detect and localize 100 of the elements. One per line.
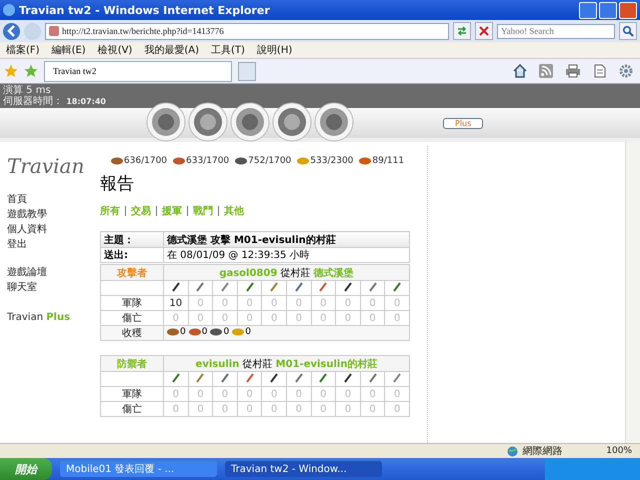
- render-time: 演算 5 ms: [3, 85, 52, 96]
- resource-icon: [359, 157, 372, 165]
- search-button[interactable]: [619, 22, 637, 40]
- subject-label: 主題：: [100, 232, 164, 248]
- resource-amount: 533/2300: [310, 156, 354, 166]
- troop-count: 0: [360, 296, 385, 310]
- zoom-level[interactable]: 100%: [606, 446, 632, 456]
- address-field[interactable]: http://t2.travian.tw/berichte.php?id=1413776: [45, 22, 449, 40]
- unit-icon: [392, 372, 402, 382]
- browser-icon: [3, 4, 15, 16]
- sidebar-link[interactable]: 首頁: [7, 192, 95, 206]
- stop-button[interactable]: [475, 22, 493, 40]
- refresh-button[interactable]: [453, 22, 471, 40]
- unit-icon: [170, 282, 181, 292]
- gear-icon[interactable]: [619, 64, 633, 78]
- menu-item[interactable]: 檢視(V): [98, 43, 132, 57]
- subject-text: 德式溪堡 攻擊 M01-evisulin的村莊: [164, 232, 410, 248]
- menu-item[interactable]: 編輯(E): [52, 43, 86, 57]
- troop-count: 0: [384, 386, 410, 402]
- troop-count: 0: [311, 402, 336, 416]
- close-button[interactable]: [619, 2, 637, 18]
- taskbar-window-button[interactable]: Mobile01 發表回覆 - ...: [60, 461, 217, 477]
- unit-icon: [244, 282, 255, 292]
- troop-count: 0: [384, 402, 410, 416]
- troop-count: 0: [262, 296, 286, 310]
- scrollbar[interactable]: [625, 142, 640, 443]
- menu-item[interactable]: 工具(T): [211, 43, 245, 57]
- sidebar-link[interactable]: 聊天室: [7, 280, 95, 294]
- globe-icon: [507, 446, 518, 456]
- travian-logo[interactable]: Travian: [7, 154, 95, 178]
- page-icon[interactable]: [593, 64, 607, 78]
- role-label: 攻擊者: [100, 264, 164, 280]
- bounty-amount: 0: [180, 327, 186, 337]
- unit-icon: [195, 282, 206, 292]
- troop-count: 0: [188, 296, 213, 310]
- sidebar-link[interactable]: 登出: [7, 237, 95, 251]
- round-menu-icon[interactable]: [314, 102, 354, 142]
- unit-icon: [269, 282, 280, 292]
- resource-icon: [188, 328, 201, 336]
- unit-icon: [294, 282, 304, 292]
- search-field[interactable]: Yahoo! Search: [497, 24, 615, 38]
- search-icon: [622, 25, 634, 37]
- close-icon: [478, 25, 490, 37]
- window-title: Travian tw2 - Windows Internet Explorer: [19, 4, 271, 16]
- sidebar-link[interactable]: 遊戲教學: [7, 207, 95, 221]
- resource-icon: [173, 157, 186, 165]
- printer-icon[interactable]: [565, 64, 581, 78]
- troop-count: 0: [262, 402, 286, 416]
- feed-icon[interactable]: [539, 64, 553, 78]
- unit-icon: [220, 282, 230, 292]
- troop-count: 0: [336, 296, 360, 310]
- unit-icon: [244, 372, 255, 382]
- travian-plus-link[interactable]: Travian Plus: [7, 312, 95, 323]
- browser-tab[interactable]: Travian tw2: [44, 60, 232, 82]
- menu-item[interactable]: 我的最愛(A): [144, 43, 199, 57]
- page-heading: 報告: [100, 173, 135, 195]
- round-menu-icon[interactable]: [146, 102, 186, 142]
- troop-count: 0: [212, 402, 238, 416]
- menu-item[interactable]: 檔案(F): [6, 43, 40, 57]
- unit-icon: [220, 372, 230, 382]
- sidebar-link[interactable]: 個人資料: [7, 222, 95, 236]
- bounty-amount: 0: [245, 327, 251, 337]
- troop-count: 0: [336, 402, 360, 416]
- troop-count: 0: [311, 386, 336, 402]
- unit-icon: [318, 372, 328, 382]
- resource-amount: 633/1700: [186, 156, 230, 166]
- unit-icon: [342, 282, 353, 292]
- resource-icon: [235, 157, 248, 165]
- troop-count: 0: [188, 402, 213, 416]
- resource-icon: [167, 328, 179, 336]
- round-menu-icon[interactable]: [230, 102, 270, 142]
- unit-icon: [170, 372, 181, 382]
- refresh-icon: [456, 25, 468, 37]
- party-origin: evisulin 從村莊 M01-evisulin的村莊: [164, 356, 410, 372]
- back-button[interactable]: [3, 22, 20, 40]
- resource-icon: [297, 157, 310, 165]
- troop-count: 0: [286, 386, 312, 402]
- troop-count: 10: [164, 296, 188, 310]
- unit-icon: [392, 282, 402, 292]
- troop-count: 0: [212, 386, 238, 402]
- resource-icon: [210, 328, 222, 336]
- unit-icon: [318, 282, 328, 292]
- bounty-amount: 0: [202, 327, 208, 337]
- role-label: 防禦者: [100, 356, 164, 372]
- round-menu-icon[interactable]: [272, 102, 312, 142]
- row-label: 軍隊: [100, 296, 164, 310]
- server-time: 18:07:40: [66, 97, 106, 106]
- unit-icon: [342, 372, 353, 382]
- menu-item[interactable]: 說明(H): [256, 43, 292, 57]
- sidebar-link[interactable]: 遊戲論壇: [7, 265, 95, 279]
- taskbar-window-button[interactable]: Travian tw2 - Window...: [225, 461, 382, 477]
- home-icon[interactable]: [513, 64, 527, 78]
- round-menu-icon[interactable]: [188, 102, 228, 142]
- unit-icon: [294, 372, 304, 382]
- minimize-button[interactable]: [579, 2, 597, 18]
- row-label: 傷亡: [100, 402, 164, 416]
- troop-count: 0: [286, 296, 312, 310]
- resource-amount: 636/1700: [124, 156, 168, 166]
- maximize-button[interactable]: [599, 2, 617, 18]
- star-icon[interactable]: [4, 64, 18, 78]
